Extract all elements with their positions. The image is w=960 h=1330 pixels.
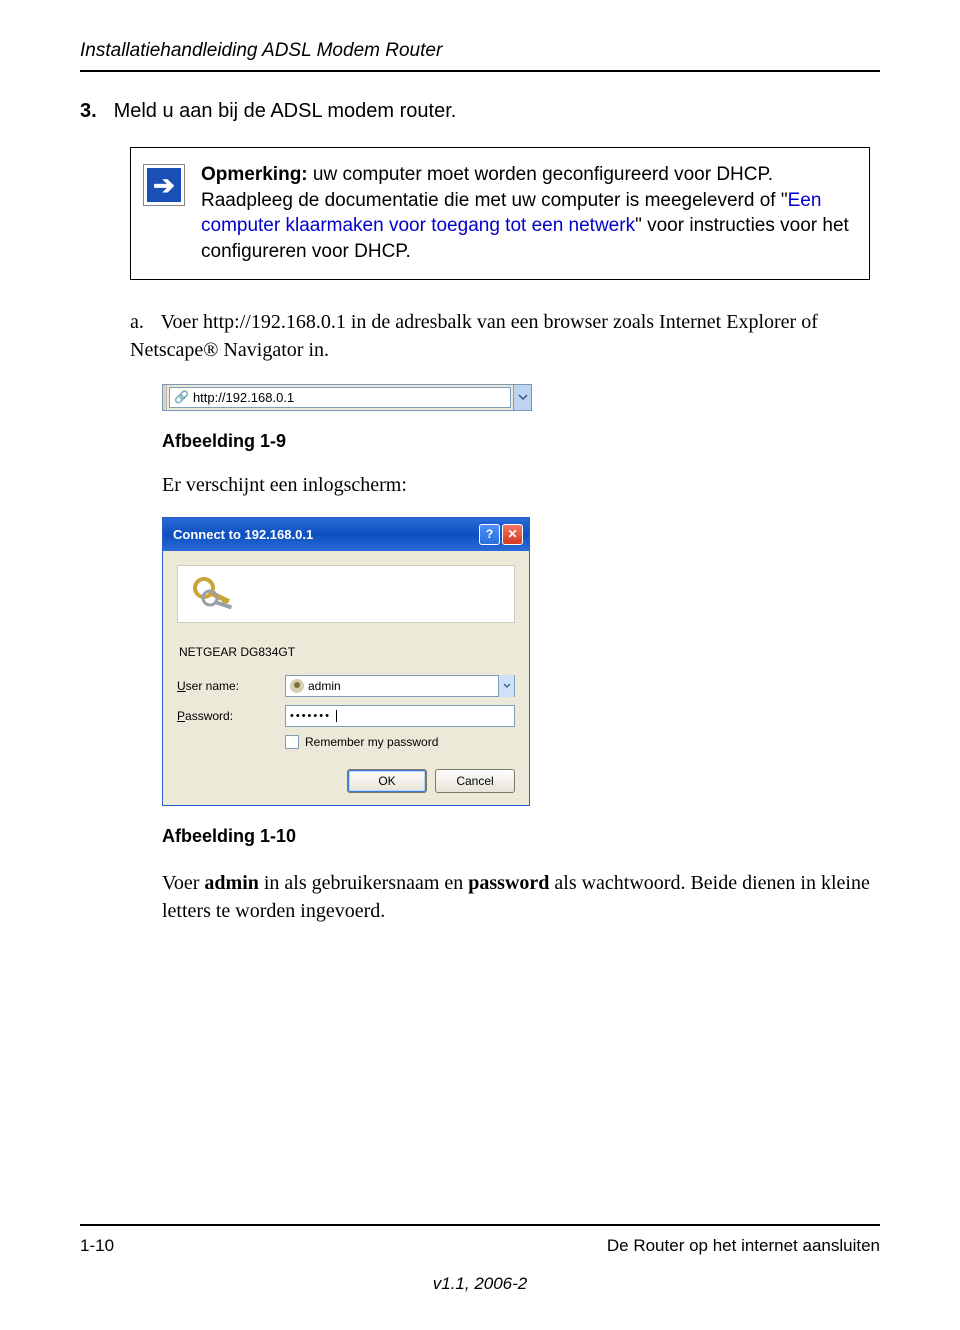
dialog-titlebar: Connect to 192.168.0.1 ? ✕ — [163, 518, 529, 551]
link-icon: 🔗 — [174, 390, 189, 404]
login-dialog-image: Connect to 192.168.0.1 ? ✕ NETGEAR DG834… — [162, 517, 880, 806]
password-row: Password: ••••••• — [177, 705, 515, 727]
login-dialog: Connect to 192.168.0.1 ? ✕ NETGEAR DG834… — [162, 517, 530, 806]
username-row: User name: admin — [177, 675, 515, 697]
keys-icon — [190, 574, 240, 614]
dialog-banner — [177, 565, 515, 623]
figure-caption-1-10: Afbeelding 1-10 — [162, 826, 880, 847]
step-text: Meld u aan bij de ADSL modem router. — [114, 100, 457, 122]
cancel-button[interactable]: Cancel — [435, 769, 515, 793]
address-bar-dropdown[interactable] — [513, 385, 531, 410]
username-label: User name: — [177, 679, 285, 693]
username-field[interactable]: admin — [285, 675, 515, 697]
password-field[interactable]: ••••••• — [285, 705, 515, 727]
section-title: De Router op het internet aansluiten — [607, 1236, 880, 1256]
remember-row: Remember my password — [285, 735, 515, 749]
login-appears-text: Er verschijnt een inlogscherm: — [162, 474, 880, 497]
note-label: Opmerking: — [201, 164, 308, 185]
help-button[interactable]: ? — [479, 524, 500, 545]
step-3: 3. Meld u aan bij de ADSL modem router. — [80, 100, 880, 123]
username-value: admin — [308, 679, 341, 693]
page-footer: 1-10 De Router op het internet aansluite… — [80, 1224, 880, 1294]
note-icon-wrap: ➔ — [143, 162, 187, 206]
password-label: Password: — [177, 709, 285, 723]
figure-caption-1-9: Afbeelding 1-9 — [162, 431, 880, 452]
remember-label: Remember my password — [305, 735, 438, 749]
user-icon — [290, 679, 304, 693]
credentials-instruction: Voer admin in als gebruikersnaam en pass… — [162, 869, 870, 925]
username-dropdown[interactable] — [498, 675, 514, 697]
version-string: v1.1, 2006-2 — [80, 1274, 880, 1294]
address-bar-url: http://192.168.0.1 — [193, 390, 294, 405]
dialog-title: Connect to 192.168.0.1 — [173, 527, 477, 542]
chevron-down-icon — [518, 394, 528, 400]
step-number: 3. — [80, 100, 108, 123]
chevron-down-icon — [503, 683, 511, 688]
close-button[interactable]: ✕ — [502, 524, 523, 545]
dialog-body: NETGEAR DG834GT User name: admin Passwor… — [163, 551, 529, 805]
substep-letter: a. — [130, 308, 156, 336]
substep-a: a. Voer http://192.168.0.1 in de adresba… — [130, 308, 860, 364]
footer-rule — [80, 1224, 880, 1226]
text-caret — [336, 710, 337, 722]
dialog-app-name: NETGEAR DG834GT — [177, 645, 515, 659]
note-text: Opmerking: uw computer moet worden gecon… — [201, 162, 853, 265]
note-icon: ➔ — [143, 164, 185, 206]
address-bar: 🔗 http://192.168.0.1 — [162, 384, 532, 411]
note-box: ➔ Opmerking: uw computer moet worden gec… — [130, 147, 870, 280]
dialog-buttons: OK Cancel — [177, 769, 515, 793]
page-header-title: Installatiehandleiding ADSL Modem Router — [80, 40, 880, 62]
password-value: ••••••• — [290, 710, 331, 722]
remember-checkbox[interactable] — [285, 735, 299, 749]
ok-button[interactable]: OK — [347, 769, 427, 793]
addressbar-image: 🔗 http://192.168.0.1 — [162, 384, 880, 411]
address-bar-grip — [163, 385, 167, 410]
page-number: 1-10 — [80, 1236, 114, 1256]
substep-text: Voer http://192.168.0.1 in de adresbalk … — [130, 311, 818, 361]
address-bar-field[interactable]: 🔗 http://192.168.0.1 — [169, 387, 511, 408]
header-rule — [80, 70, 880, 72]
arrow-right-icon: ➔ — [153, 172, 175, 198]
